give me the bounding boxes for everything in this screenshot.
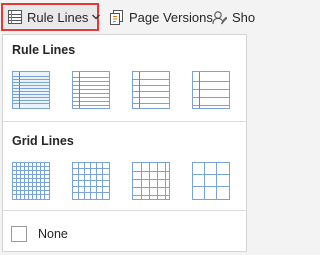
- ribbon-toolbar: Rule Lines Page Versions Sho: [0, 0, 256, 34]
- rule-lines-button[interactable]: Rule Lines: [1, 3, 101, 31]
- standard-ruled-icon: [133, 72, 169, 108]
- rule-lines-button-label: Rule Lines: [27, 9, 89, 25]
- show-authors-label: Sho: [232, 9, 256, 25]
- none-label: None: [38, 227, 68, 241]
- authors-icon: [212, 10, 227, 24]
- chevron-down-icon: [92, 14, 101, 20]
- grid-lines-heading: Grid Lines: [12, 134, 74, 148]
- grid-option-large[interactable]: [132, 162, 170, 200]
- grid-option-very-large[interactable]: [192, 162, 230, 200]
- very-large-grid-icon: [193, 163, 229, 199]
- rule-option-standard[interactable]: [132, 71, 170, 109]
- wide-ruled-icon: [193, 72, 229, 108]
- grid-option-small[interactable]: [12, 162, 50, 200]
- narrow-ruled-icon: [13, 72, 49, 108]
- page-versions-button[interactable]: Page Versions: [108, 3, 213, 31]
- small-grid-icon: [13, 163, 49, 199]
- rule-lines-icon: [8, 10, 22, 24]
- none-option[interactable]: None: [11, 224, 68, 244]
- grid-option-medium[interactable]: [72, 162, 110, 200]
- page-versions-label: Page Versions: [129, 9, 213, 25]
- rule-option-wide[interactable]: [192, 71, 230, 109]
- none-checkbox[interactable]: [11, 226, 27, 242]
- large-grid-icon: [133, 163, 169, 199]
- rule-lines-dropdown: Rule Lines Grid Lines None: [2, 34, 247, 252]
- section-divider: [3, 121, 246, 122]
- college-ruled-icon: [73, 72, 109, 108]
- rule-lines-heading: Rule Lines: [12, 43, 76, 57]
- medium-grid-icon: [73, 163, 109, 199]
- rule-option-college[interactable]: [72, 71, 110, 109]
- section-divider: [3, 210, 246, 211]
- page-versions-icon: [110, 9, 123, 25]
- show-authors-button[interactable]: Sho: [212, 3, 256, 31]
- rule-option-narrow[interactable]: [12, 71, 50, 109]
